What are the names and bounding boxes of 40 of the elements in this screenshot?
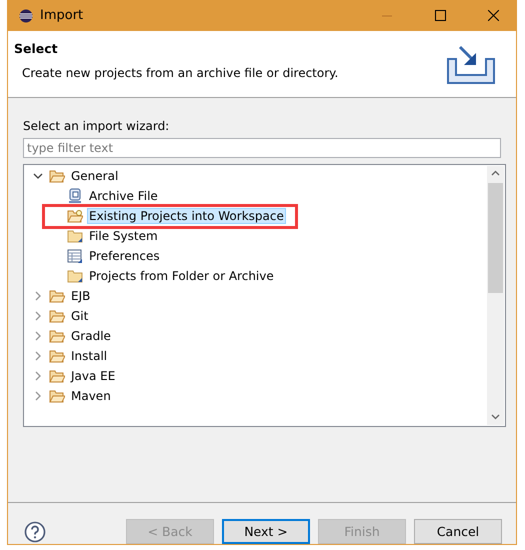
- minimize-icon[interactable]: [382, 14, 392, 16]
- tree-item[interactable]: Install: [69, 348, 110, 364]
- tree-item[interactable]: Gradle: [69, 328, 113, 344]
- import-tray-icon: [446, 45, 498, 85]
- dialog-button[interactable]: Cancel: [414, 519, 502, 544]
- tree-item[interactable]: Maven: [69, 388, 113, 404]
- scroll-up-icon[interactable]: [491, 170, 500, 176]
- dialog-button[interactable]: Next >: [222, 519, 310, 544]
- page-title: Select: [14, 41, 59, 56]
- folder-icon: [49, 329, 65, 343]
- folder-icon: [67, 269, 83, 283]
- tree-item[interactable]: Java EE: [69, 368, 118, 384]
- scroll-down-icon[interactable]: [491, 414, 500, 420]
- folder-icon: [49, 389, 65, 403]
- folder-icon: [67, 209, 83, 223]
- wizard-label: Select an import wizard:: [23, 119, 170, 133]
- archive-icon: [67, 188, 83, 204]
- folder-icon: [49, 349, 65, 363]
- page-description: Create new projects from an archive file or directory.: [21, 66, 340, 80]
- table-icon: [67, 248, 83, 264]
- close-icon[interactable]: [488, 10, 498, 21]
- tree-item[interactable]: Existing Projects into Workspace: [87, 208, 286, 224]
- tree-item[interactable]: Archive File: [87, 188, 160, 204]
- filter-field[interactable]: type filter text: [23, 138, 501, 158]
- tree-item[interactable]: Preferences: [87, 248, 162, 264]
- tree-item[interactable]: Git: [69, 308, 90, 324]
- help-icon[interactable]: [24, 520, 46, 542]
- app-logo-icon: [19, 8, 33, 22]
- folder-icon: [49, 369, 65, 383]
- folder-icon: [67, 229, 83, 243]
- folder-icon: [49, 169, 65, 183]
- folder-icon: [49, 289, 65, 303]
- tree-item[interactable]: General: [69, 168, 120, 184]
- folder-icon: [49, 309, 65, 323]
- tree-item[interactable]: Projects from Folder or Archive: [87, 268, 276, 284]
- tree-item[interactable]: EJB: [69, 288, 92, 304]
- window-title: Import: [40, 8, 84, 23]
- scrollbar[interactable]: [487, 166, 504, 425]
- maximize-icon[interactable]: [434, 10, 446, 21]
- tree-item[interactable]: File System: [87, 228, 160, 244]
